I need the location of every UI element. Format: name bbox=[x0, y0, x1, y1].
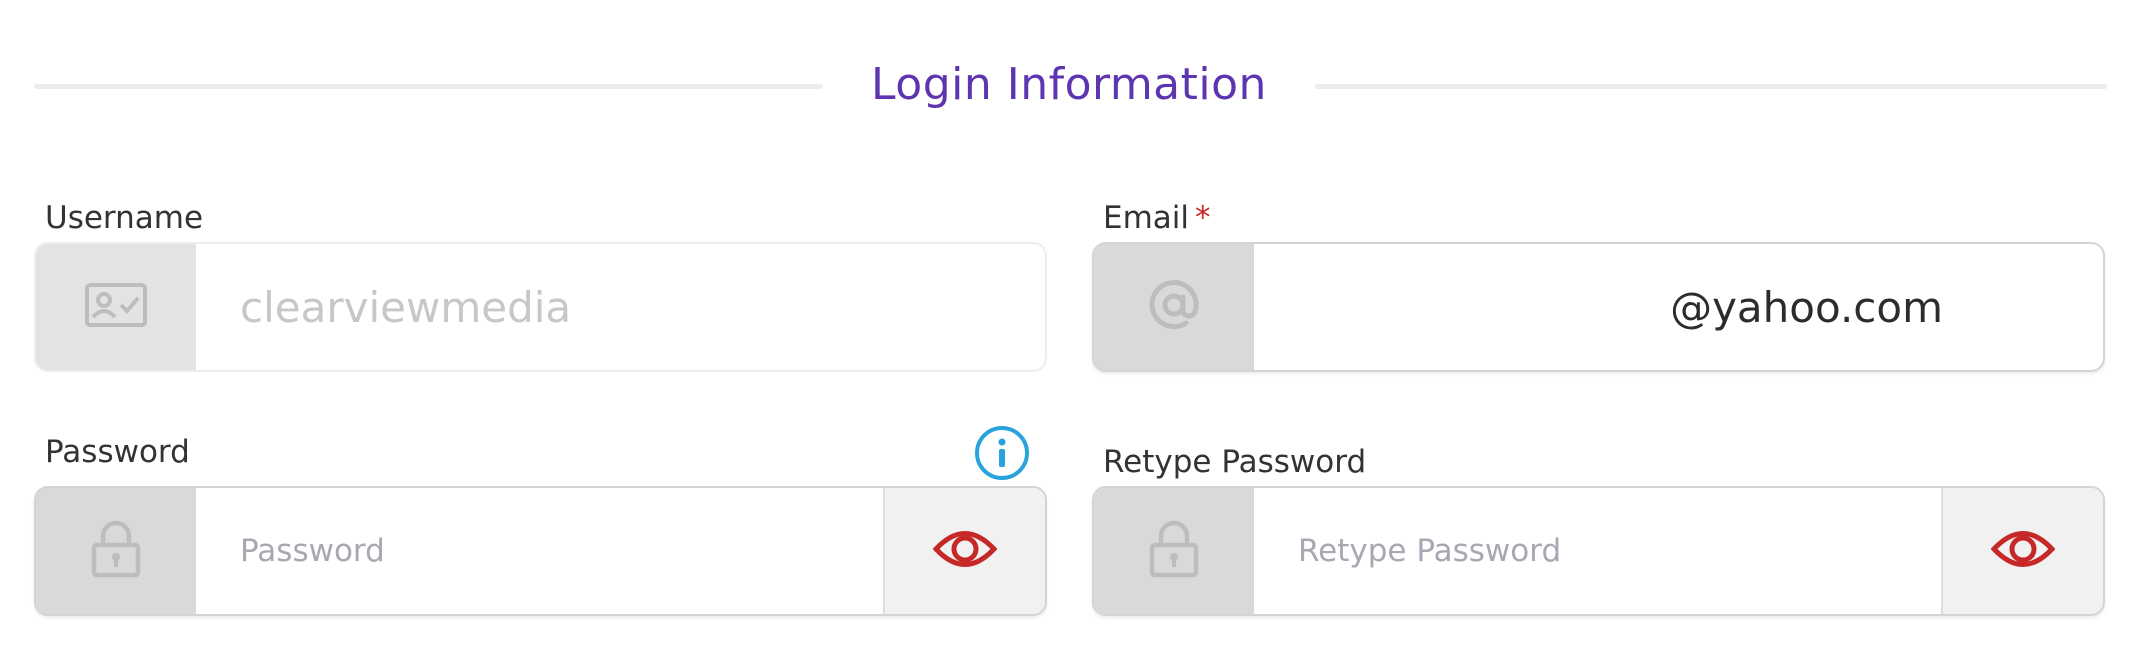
email-label-text: Email bbox=[1103, 200, 1190, 236]
password-visibility-toggle[interactable] bbox=[883, 488, 1045, 614]
retype-password-input-group bbox=[1092, 486, 2105, 616]
email-field[interactable] bbox=[1254, 244, 2103, 370]
lock-icon bbox=[91, 520, 141, 582]
retype-password-visibility-toggle[interactable] bbox=[1941, 488, 2103, 614]
email-input-group bbox=[1092, 242, 2105, 372]
username-input-group bbox=[34, 242, 1047, 372]
password-addon bbox=[36, 488, 196, 614]
required-marker: * bbox=[1195, 200, 1211, 236]
username-field bbox=[196, 244, 1045, 370]
username-label: Username bbox=[45, 200, 204, 236]
email-label: Email * bbox=[1103, 198, 1211, 238]
retype-password-field[interactable] bbox=[1254, 488, 1941, 614]
eye-icon bbox=[932, 524, 998, 578]
retype-password-addon bbox=[1094, 488, 1254, 614]
username-addon bbox=[36, 244, 196, 370]
id-card-icon bbox=[85, 283, 147, 331]
eye-icon bbox=[1990, 524, 2056, 578]
section-header: Login Information bbox=[34, 52, 2107, 118]
divider-left bbox=[34, 84, 823, 89]
divider-right bbox=[1315, 84, 2107, 89]
email-addon bbox=[1094, 244, 1254, 370]
password-input-group bbox=[34, 486, 1047, 616]
section-title: Login Information bbox=[871, 59, 1267, 110]
password-label: Password bbox=[45, 434, 190, 470]
retype-password-label: Retype Password bbox=[1103, 444, 1367, 480]
at-icon bbox=[1144, 275, 1204, 339]
info-icon[interactable] bbox=[974, 425, 1030, 485]
password-field[interactable] bbox=[196, 488, 883, 614]
lock-icon bbox=[1149, 520, 1199, 582]
